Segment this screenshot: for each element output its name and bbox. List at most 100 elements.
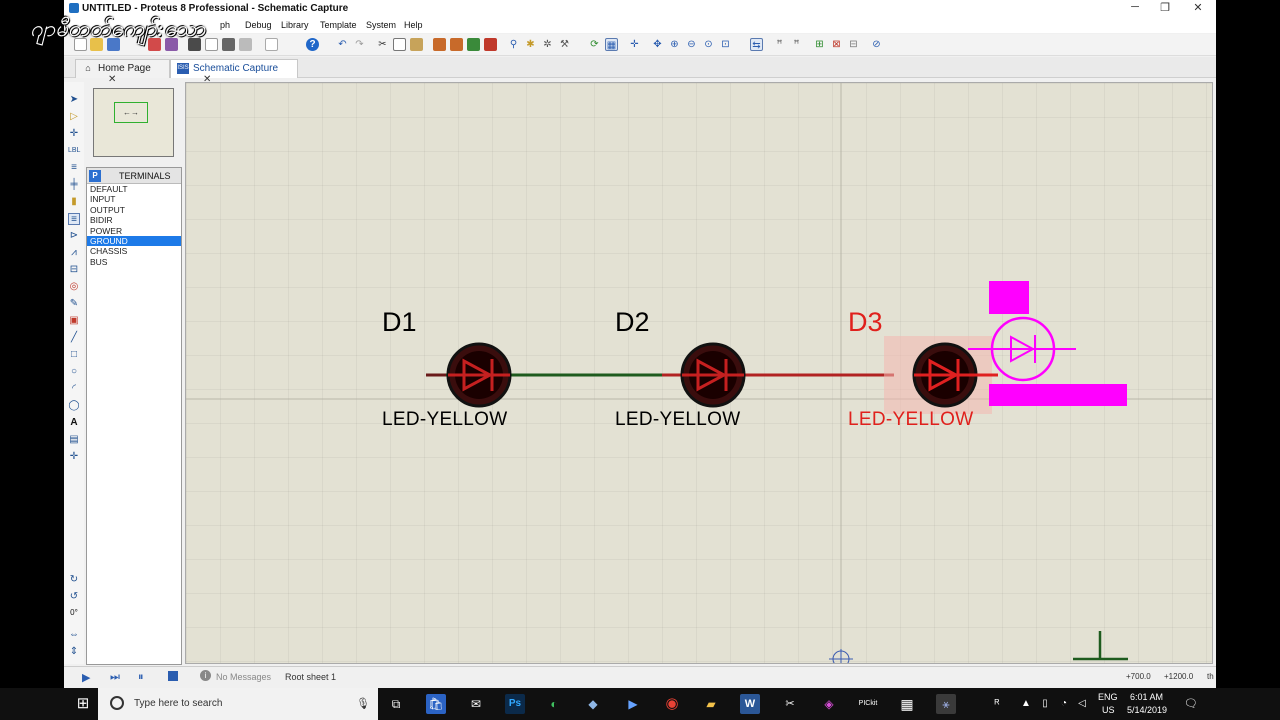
zoom-out-icon[interactable]: ⊖ [685,38,698,51]
rotate-ccw-icon[interactable]: ↺ [68,591,80,603]
origin-icon[interactable]: ✛ [628,38,641,51]
pick-devices-button[interactable]: P [89,170,101,182]
terminals-mode-icon[interactable]: ≡ [68,213,80,225]
refresh-icon[interactable]: ⟳ [588,38,601,51]
junction-dot-icon[interactable]: ✛ [68,128,80,140]
decompose-icon[interactable]: ⚒ [558,38,571,51]
d2-value-label[interactable]: LED-YELLOW [615,409,740,431]
proteus-taskbar-icon[interactable]: ⚹ [936,694,956,714]
tab-home-page[interactable]: ⌂ Home Page ✕ [75,59,170,85]
network-icon[interactable]: ◔ [1054,694,1074,714]
d2-ref-label[interactable]: D2 [615,307,650,338]
step-icon[interactable]: ⏭ [110,671,120,684]
stop-icon[interactable] [168,671,178,681]
clock-date[interactable]: 5/14/2019 [1127,705,1167,715]
rotate-cw-icon[interactable]: ↻ [68,574,80,586]
terminal-item-input[interactable]: INPUT [87,194,181,204]
arc-icon[interactable]: ◜ [68,383,80,395]
overview-window[interactable]: ←→ [93,88,174,157]
menu-system[interactable]: System [366,20,396,30]
rotation-angle[interactable]: 0° [68,607,80,619]
d1-value-label[interactable]: LED-YELLOW [382,409,507,431]
component-mode-icon[interactable]: ▷ [68,111,80,123]
terminal-item-power[interactable]: POWER [87,226,181,236]
symbol-icon[interactable]: ▤ [68,434,80,446]
volume-icon[interactable]: ◁ [1072,694,1092,714]
buses-icon[interactable]: ╪ [68,179,80,191]
microphone-icon[interactable]: 🎙 [356,697,370,710]
terminal-item-default[interactable]: DEFAULT [87,184,181,194]
terminal-item-bidir[interactable]: BIDIR [87,215,181,225]
generator-mode-icon[interactable]: ◎ [68,281,80,293]
pause-icon[interactable]: ⏸ [138,671,144,684]
zoom-area-icon[interactable]: ⊡ [719,38,732,51]
language-line1[interactable]: ENG [1098,692,1118,702]
action-center-icon[interactable]: 🗨 [1181,694,1201,714]
new-sheet-icon[interactable]: ⊞ [813,38,826,51]
led-d1[interactable] [426,342,512,408]
browser-icon[interactable]: ◐ [544,694,564,714]
marker-icon[interactable]: ✛ [68,451,80,463]
make-device-icon[interactable]: ✱ [524,38,537,51]
photoshop-icon[interactable]: Ps [505,694,525,714]
zoom-in-icon[interactable]: ⊕ [668,38,681,51]
copy-icon[interactable] [393,38,406,51]
virtual-instruments-icon[interactable]: ▣ [68,315,80,327]
mirror-x-icon[interactable]: ⇔ [68,629,80,641]
menu-library[interactable]: Library [281,20,309,30]
messages-status[interactable]: No Messages [216,672,271,682]
menu-template[interactable]: Template [320,20,357,30]
restore-button[interactable]: ❐ [1150,1,1180,15]
clock-time[interactable]: 6:01 AM [1130,692,1163,702]
pdf-icon[interactable] [265,38,278,51]
people-icon[interactable]: ᴿ [987,694,1007,714]
d3-ref-label[interactable]: D3 [848,307,883,338]
circle-icon[interactable]: ○ [68,366,80,378]
help-icon[interactable]: ? [306,38,319,51]
mirror-y-icon[interactable]: ⇕ [68,646,80,658]
voltage-probe-icon[interactable]: ✎ [68,298,80,310]
word-icon[interactable]: W [740,694,760,714]
snipping-tool-icon[interactable]: ✂ [780,694,800,714]
close-project-icon[interactable] [222,38,235,51]
d3-value-label[interactable]: LED-YELLOW [848,409,973,431]
redo-icon[interactable]: ↷ [353,38,366,51]
paste-icon[interactable] [410,38,423,51]
area-icon[interactable] [205,38,218,51]
device-pins-icon[interactable]: ⊳ [68,230,80,242]
exit-to-parent-icon[interactable]: ⊟ [847,38,860,51]
pick-device-icon[interactable]: ⚲ [507,38,520,51]
taskbar-search-box[interactable]: Type here to search 🎙 [98,688,378,720]
graph-mode-icon[interactable]: ⩘ [68,247,80,259]
tab-schematic-capture[interactable]: ISIS Schematic Capture ✕ [170,59,298,85]
led-d2[interactable] [680,342,746,408]
subcircuit-icon[interactable]: ▮ [68,196,80,208]
mail-icon[interactable]: ✉ [466,694,486,714]
search-tag-icon[interactable]: ꟸ [773,38,786,51]
tray-expand-icon[interactable]: ▲ [1016,694,1036,714]
path-icon[interactable]: ◯ [68,400,80,412]
property-assign-icon[interactable]: ꟸ [790,38,803,51]
box-icon[interactable]: □ [68,349,80,361]
terminal-item-chassis[interactable]: CHASSIS [87,246,181,256]
pan-icon[interactable]: ✥ [651,38,664,51]
text-script-icon[interactable]: ≡ [68,162,80,174]
calculator-icon[interactable]: ▦ [897,694,917,714]
cut-icon[interactable]: ✂ [376,38,389,51]
store-icon[interactable]: 🛍 [426,694,446,714]
terminal-item-ground[interactable]: GROUND [87,235,181,247]
selection-mode-icon[interactable]: ➤ [68,94,80,106]
battery-icon[interactable]: ▯ [1035,694,1055,714]
terminal-item-output[interactable]: OUTPUT [87,205,181,215]
chrome-icon[interactable]: ◉ [662,694,682,714]
terminal-item-bus[interactable]: BUS [87,257,181,267]
task-view-icon[interactable]: ⧉ [386,694,406,714]
text-icon[interactable]: A [68,417,80,429]
media-player-icon[interactable]: ▶ [623,694,643,714]
block-delete-icon[interactable] [484,38,497,51]
file-explorer-icon[interactable]: ▰ [701,694,721,714]
language-line2[interactable]: US [1102,705,1115,715]
pickit-icon[interactable]: PICkit [858,694,878,714]
remove-sheet-icon[interactable]: ⊠ [830,38,843,51]
close-button[interactable]: ✕ [1183,1,1213,15]
